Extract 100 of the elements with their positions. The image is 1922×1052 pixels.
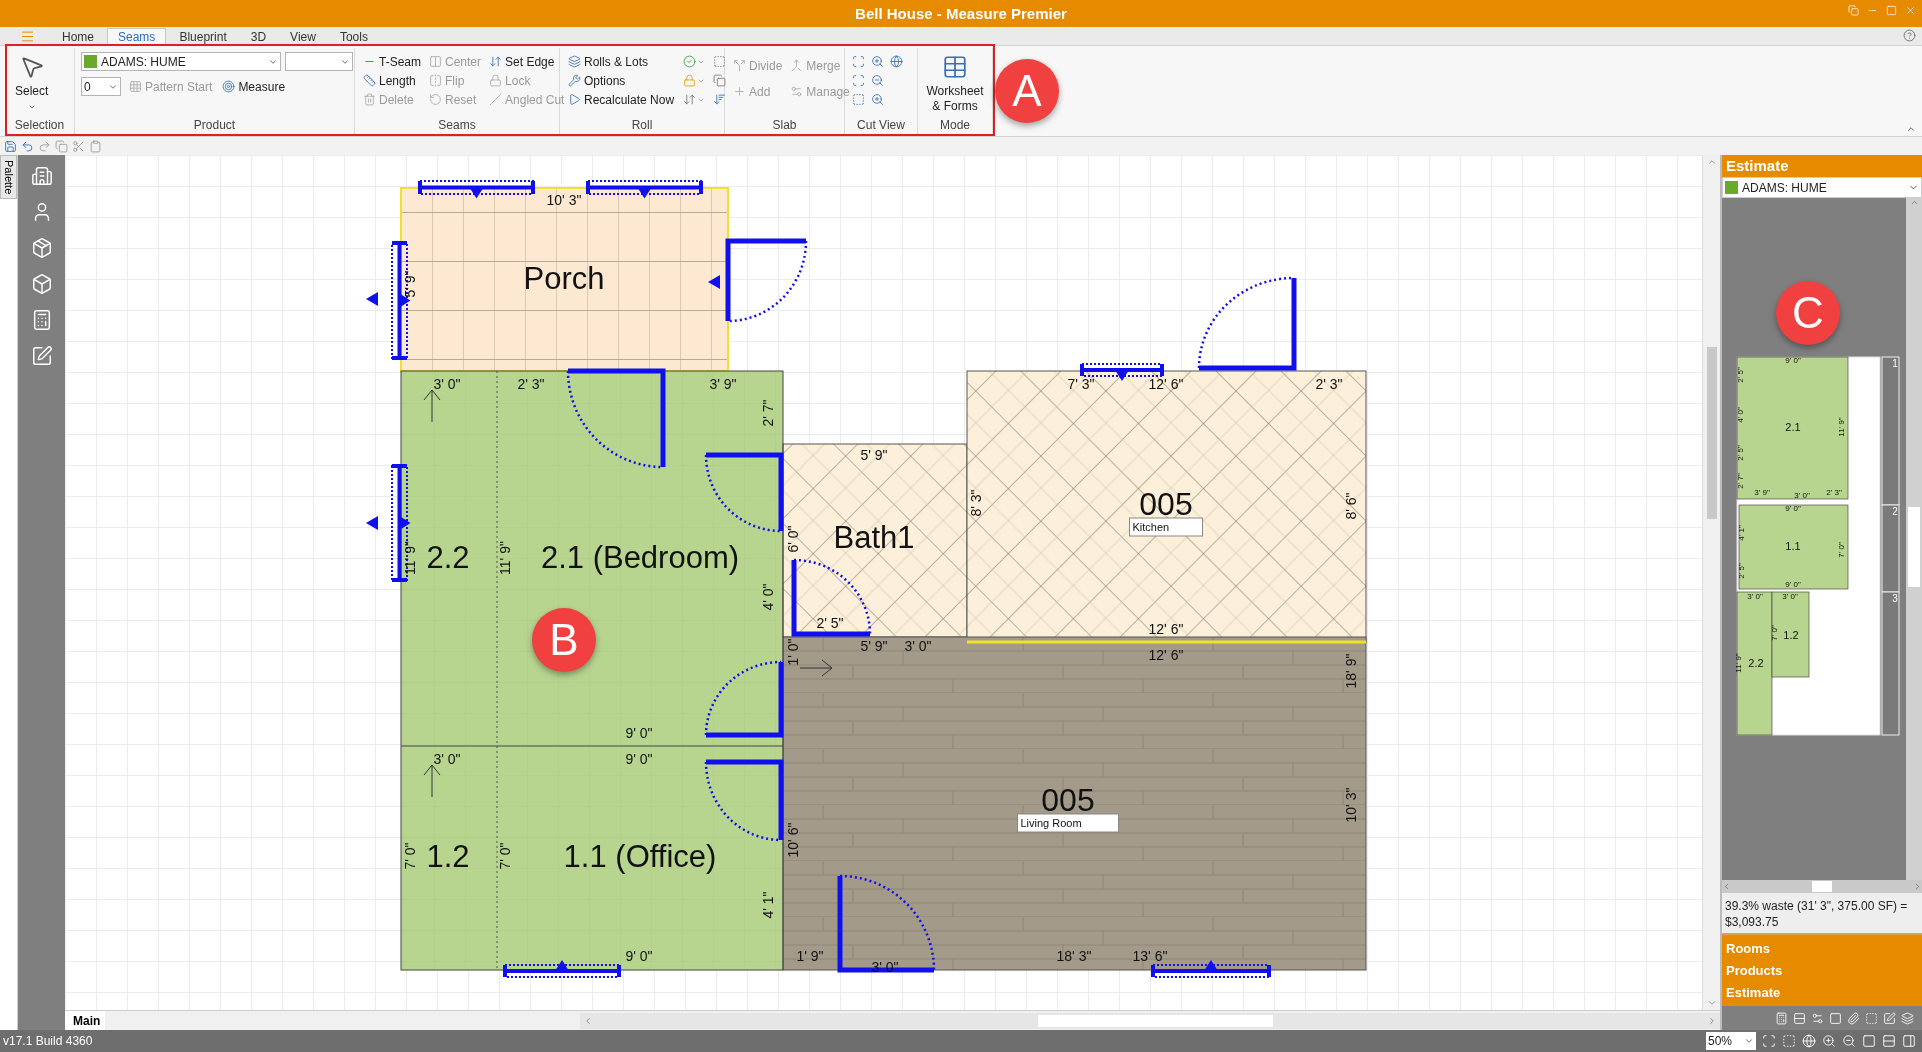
cut-piece[interactable]	[1771, 591, 1810, 678]
ribbon-button[interactable]: Set Edge	[487, 52, 567, 71]
ribbon-button[interactable]: Options	[566, 71, 677, 90]
piece-label: 1.2	[1783, 629, 1799, 641]
ribbon-tab[interactable]: View	[279, 28, 327, 45]
calculator-icon[interactable]	[1775, 1011, 1788, 1025]
ribbon-tab[interactable]: Tools	[328, 28, 379, 45]
cut-piece[interactable]	[1738, 504, 1849, 590]
room-floor[interactable]	[497, 746, 783, 970]
paste-icon[interactable]	[89, 139, 102, 153]
scroll-thumb[interactable]	[1908, 507, 1920, 587]
caret-icon	[1744, 1036, 1754, 1046]
settings-icon[interactable]	[1811, 1011, 1824, 1025]
ribbon-button[interactable]: Recalculate Now	[566, 90, 677, 109]
room-name-tag[interactable]	[1129, 517, 1203, 537]
restore-icon[interactable]	[1848, 5, 1859, 16]
sidebar-button[interactable]	[30, 345, 53, 367]
length-icon	[363, 74, 376, 87]
split-icon[interactable]	[1882, 1034, 1896, 1048]
globe-button[interactable]	[889, 52, 904, 71]
layers-icon[interactable]	[1901, 1011, 1914, 1025]
horizontal-scrollbar[interactable]	[580, 1012, 1720, 1029]
ribbon-tab[interactable]: 3D	[239, 28, 278, 45]
vertical-scrollbar[interactable]	[1702, 155, 1720, 1010]
maximize-icon[interactable]	[1886, 5, 1897, 16]
angled-cut-icon	[489, 93, 503, 106]
sidebar-button[interactable]	[30, 237, 53, 259]
undo-icon[interactable]	[21, 139, 34, 153]
number-dropdown[interactable]: 0	[81, 77, 121, 96]
redo-icon[interactable]	[38, 139, 51, 153]
window-marker[interactable]	[503, 960, 621, 978]
copy-button[interactable]	[712, 71, 728, 90]
ribbon-tab[interactable]: Home	[51, 28, 105, 45]
help-icon[interactable]	[1903, 29, 1916, 42]
horizontal-scrollbar[interactable]	[1722, 880, 1922, 893]
save-icon[interactable]	[4, 139, 17, 153]
piece-dimension: 3' 0"	[1747, 592, 1763, 601]
measure-icon	[222, 80, 236, 93]
panel-icon[interactable]	[1902, 1034, 1916, 1048]
dimension-label: 7' 0"	[402, 842, 418, 870]
sidebar-button[interactable]	[30, 165, 53, 187]
scroll-up-icon	[1706, 157, 1717, 167]
cut-icon[interactable]	[72, 139, 85, 153]
zoom-fit-icon[interactable]	[1762, 1034, 1776, 1048]
arrow-marker[interactable]	[366, 292, 378, 306]
cut-piece[interactable]	[1736, 591, 1773, 736]
ribbon-button[interactable]: T-Seam	[361, 52, 423, 71]
scroll-thumb[interactable]	[1038, 1014, 1273, 1027]
shape-icon[interactable]	[1829, 1011, 1842, 1025]
scroll-thumb[interactable]	[1812, 881, 1832, 892]
window-icon[interactable]	[1862, 1034, 1876, 1048]
rows-icon[interactable]	[1793, 1011, 1806, 1025]
arrow-marker[interactable]	[708, 275, 720, 289]
room-name-tag[interactable]	[1017, 813, 1119, 833]
ribbon-tab[interactable]: Blueprint	[168, 28, 238, 45]
window-marker[interactable]	[418, 180, 535, 199]
dimension-label: 10' 3"	[1343, 787, 1359, 823]
dimension-label: 18' 3"	[1056, 948, 1092, 964]
zoom-in-icon[interactable]	[1822, 1034, 1836, 1048]
window-marker[interactable]	[1151, 960, 1271, 978]
paperclip-icon[interactable]	[1847, 1011, 1860, 1025]
palette-tab[interactable]: Palette	[0, 155, 17, 200]
dimension-label: 3' 0"	[871, 959, 899, 975]
product-dropdown[interactable]: ADAMS: HUME	[81, 52, 281, 71]
room-name: 2.1 (Bedroom)	[540, 540, 740, 575]
collapse-icon[interactable]	[1906, 124, 1916, 134]
drawing-canvas[interactable]	[65, 155, 1702, 1010]
cut-piece[interactable]	[1736, 356, 1849, 500]
window-marker[interactable]	[1080, 363, 1164, 381]
dashed-square-icon[interactable]	[1865, 1011, 1878, 1025]
dimension-label: 18' 9"	[1343, 653, 1359, 689]
piece-dimension: 2' 3"	[1826, 488, 1842, 497]
room-name: Bath1	[833, 520, 915, 555]
sidebar-button[interactable]	[30, 273, 53, 295]
ribbon-button[interactable]: Measure	[220, 77, 288, 96]
zoom-out-icon[interactable]	[1842, 1034, 1856, 1048]
dropdown-field[interactable]	[285, 52, 353, 71]
copy-icon[interactable]	[55, 139, 68, 153]
divide-icon	[733, 59, 746, 72]
direction-arrow-icon	[423, 764, 441, 798]
room-floor[interactable]	[782, 443, 968, 638]
dimension-label: 12' 6"	[1148, 647, 1184, 663]
caret-icon	[27, 103, 36, 111]
scroll-thumb[interactable]	[1706, 346, 1717, 519]
product-dropdown[interactable]: ADAMS: HUME	[1722, 177, 1922, 198]
worksheet-button[interactable]: Worksheet & Forms	[924, 52, 986, 118]
canvas-tab[interactable]: Main	[65, 1011, 105, 1030]
vertical-scrollbar[interactable]	[1906, 198, 1922, 880]
close-icon[interactable]	[1905, 5, 1916, 16]
select-button[interactable]: Select	[11, 52, 53, 118]
window-marker[interactable]	[586, 180, 703, 199]
zoom-dropdown[interactable]: 50%	[1706, 1032, 1756, 1050]
room-floor[interactable]	[497, 371, 783, 746]
note-icon[interactable]	[1883, 1011, 1896, 1025]
arrow-marker[interactable]	[366, 516, 378, 530]
ribbon-button[interactable]: Rolls & Lots	[566, 52, 677, 71]
product-swatch	[1725, 181, 1738, 194]
globe-icon[interactable]	[1802, 1034, 1816, 1048]
zoom-region-icon[interactable]	[1782, 1034, 1796, 1048]
ribbon-button[interactable]: Length	[361, 71, 423, 90]
